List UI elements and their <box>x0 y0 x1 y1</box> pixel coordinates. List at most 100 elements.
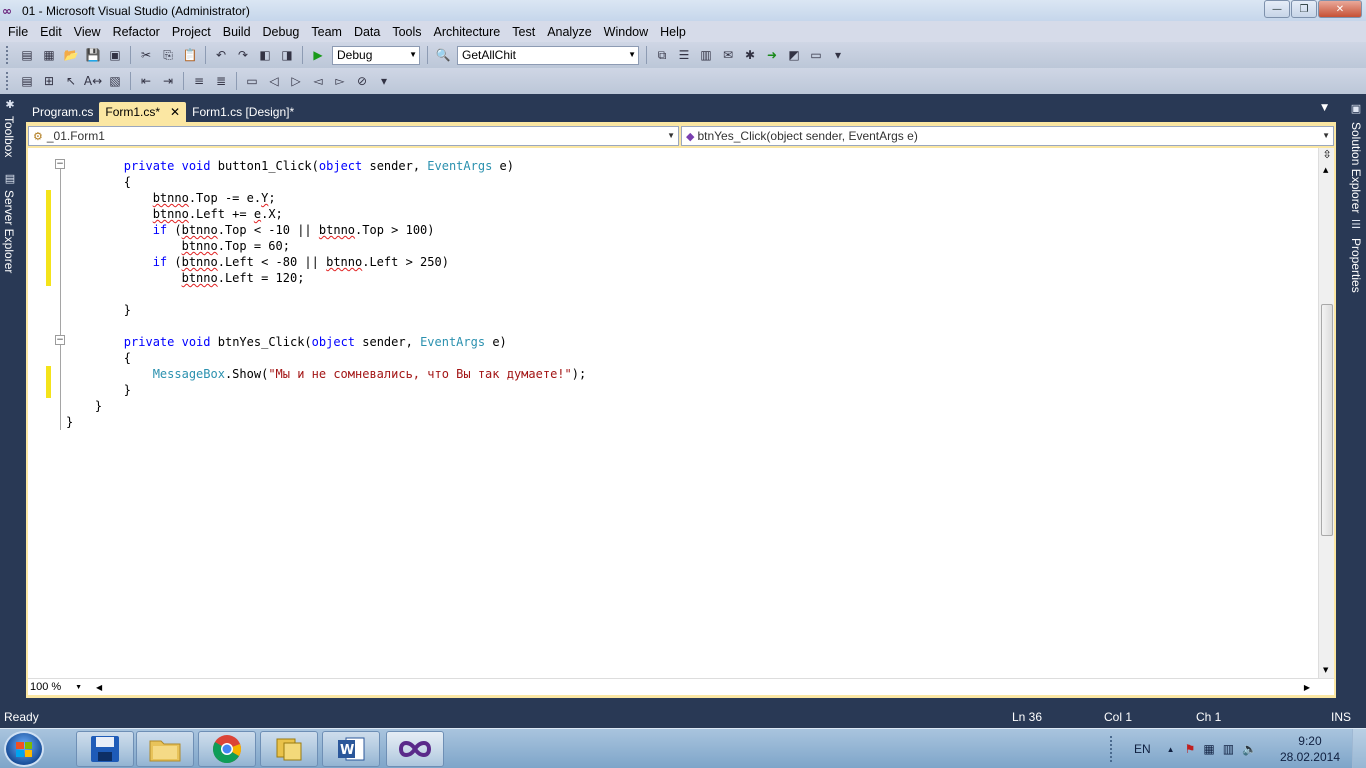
menu-test[interactable]: Test <box>507 25 540 39</box>
toggle-bookmark-icon[interactable]: ▭ <box>243 72 261 90</box>
uncomment-lines-icon[interactable]: ≣ <box>212 72 230 90</box>
splitter-icon[interactable]: ⇳ <box>1320 148 1334 162</box>
code-text[interactable]: private void button1_Click(object sender… <box>66 158 586 430</box>
increase-indent-icon[interactable]: ⇥ <box>159 72 177 90</box>
comment-icon[interactable]: ▧ <box>106 72 124 90</box>
menu-tools[interactable]: Tools <box>387 25 426 39</box>
scroll-left-icon[interactable]: ◀ <box>96 683 102 692</box>
toolbar-grip[interactable] <box>6 72 10 90</box>
start-debugging-icon[interactable]: ▶ <box>309 46 327 64</box>
solution-explorer-tab[interactable]: Solution Explorer <box>1349 122 1363 213</box>
extension-manager-icon[interactable]: ✱ <box>741 46 759 64</box>
collapse-region-icon[interactable]: − <box>55 335 65 345</box>
clear-bookmarks-icon[interactable]: ⊘ <box>353 72 371 90</box>
previous-bookmark-in-folder-icon[interactable]: ◅ <box>309 72 327 90</box>
find-combo[interactable]: GetAllChit ▼ <box>457 45 639 65</box>
toolbox-icon[interactable]: ✉ <box>719 46 737 64</box>
next-bookmark-icon[interactable]: ▷ <box>287 72 305 90</box>
next-bookmark-in-folder-icon[interactable]: ▻ <box>331 72 349 90</box>
menu-data[interactable]: Data <box>349 25 385 39</box>
copy-icon[interactable]: ⎘ <box>159 46 177 64</box>
input-language[interactable]: EN <box>1134 742 1151 756</box>
cut-icon[interactable]: ✂ <box>137 46 155 64</box>
toolbox-tab[interactable]: Toolbox <box>2 116 16 157</box>
active-files-dropdown-icon[interactable]: ▼ <box>1321 103 1328 113</box>
scroll-down-icon[interactable]: ▼ <box>1323 666 1328 674</box>
menu-analyze[interactable]: Analyze <box>542 25 596 39</box>
display-word-completion-icon[interactable]: A↔ <box>84 72 102 90</box>
save-all-icon[interactable]: ▣ <box>106 46 124 64</box>
tab-form1-cs[interactable]: Form1.cs* ✕ <box>99 102 187 122</box>
menu-edit[interactable]: Edit <box>35 25 67 39</box>
class-combo[interactable]: ⚙ _01.Form1 ▼ <box>28 126 679 146</box>
taskbar-visual-studio[interactable] <box>386 731 444 767</box>
member-combo[interactable]: ◆ btnYes_Click(object sender, EventArgs … <box>681 126 1334 146</box>
scroll-right-icon[interactable]: ▶ <box>1304 683 1310 692</box>
start-button[interactable] <box>4 731 44 767</box>
display-object-member-list-icon[interactable]: ▤ <box>18 72 36 90</box>
usb-device-icon[interactable]: ▦ <box>1203 742 1214 756</box>
menu-help[interactable]: Help <box>655 25 691 39</box>
menu-view[interactable]: View <box>69 25 106 39</box>
open-file-icon[interactable]: 📂 <box>62 46 80 64</box>
system-clock[interactable]: 9:20 28.02.2014 <box>1280 733 1340 765</box>
decrease-indent-icon[interactable]: ⇤ <box>137 72 155 90</box>
menu-team[interactable]: Team <box>306 25 347 39</box>
show-desktop-button[interactable] <box>1352 729 1366 768</box>
save-icon[interactable]: 💾 <box>84 46 102 64</box>
redo-icon[interactable]: ↷ <box>234 46 252 64</box>
menu-debug[interactable]: Debug <box>258 25 305 39</box>
code-editor[interactable]: − − private void button1_Click(object se… <box>28 148 1334 678</box>
tab-program-cs[interactable]: Program.cs <box>26 102 99 122</box>
toolbar-grip[interactable] <box>6 46 10 64</box>
display-quick-info-icon[interactable]: ↖ <box>62 72 80 90</box>
menu-architecture[interactable]: Architecture <box>429 25 506 39</box>
scroll-up-icon[interactable]: ▲ <box>1323 166 1328 174</box>
class-view-icon[interactable]: ◩ <box>785 46 803 64</box>
start-page-icon[interactable]: ➜ <box>763 46 781 64</box>
tab-form1-design[interactable]: Form1.cs [Design]* <box>186 102 300 122</box>
menu-build[interactable]: Build <box>218 25 256 39</box>
zoom-combo[interactable]: 100 % ▼ <box>28 679 86 695</box>
vertical-scrollbar[interactable]: ⇳ ▲ ▼ <box>1318 148 1334 678</box>
undo-icon[interactable]: ↶ <box>212 46 230 64</box>
menu-file[interactable]: File <box>3 25 33 39</box>
volume-icon[interactable]: 🔈 <box>1242 742 1257 756</box>
solution-explorer-icon[interactable]: ⧉ <box>653 46 671 64</box>
taskbar-word[interactable]: W <box>322 731 380 767</box>
comment-out-lines-icon[interactable]: ≡ <box>190 72 208 90</box>
menu-window[interactable]: Window <box>599 25 653 39</box>
collapse-region-icon[interactable]: − <box>55 159 65 169</box>
navigate-backward-icon[interactable]: ◧ <box>256 46 274 64</box>
taskbar-file-explorer[interactable] <box>136 731 194 767</box>
command-window-icon[interactable]: ▭ <box>807 46 825 64</box>
new-project-icon[interactable]: ▤ <box>18 46 36 64</box>
display-parameter-info-icon[interactable]: ⊞ <box>40 72 58 90</box>
minimize-button[interactable]: — <box>1264 0 1290 18</box>
menu-project[interactable]: Project <box>167 25 216 39</box>
paste-icon[interactable]: 📋 <box>181 46 199 64</box>
object-browser-icon[interactable]: ▥ <box>697 46 715 64</box>
toolbar-options-icon[interactable]: ▾ <box>829 46 847 64</box>
navigate-forward-icon[interactable]: ◨ <box>278 46 296 64</box>
menu-refactor[interactable]: Refactor <box>108 25 165 39</box>
toolbar-options-icon[interactable]: ▾ <box>375 72 393 90</box>
find-in-files-icon[interactable]: 🔍 <box>434 46 452 64</box>
taskbar-chrome[interactable] <box>198 731 256 767</box>
maximize-button[interactable]: ❐ <box>1291 0 1317 18</box>
close-tab-icon[interactable]: ✕ <box>170 105 180 119</box>
network-icon[interactable]: ▥ <box>1223 742 1234 756</box>
indicator-margin[interactable] <box>28 148 44 678</box>
server-explorer-tab[interactable]: Server Explorer <box>2 190 16 273</box>
properties-window-icon[interactable]: ☰ <box>675 46 693 64</box>
previous-bookmark-icon[interactable]: ◁ <box>265 72 283 90</box>
add-item-icon[interactable]: ▦ <box>40 46 58 64</box>
properties-tab[interactable]: Properties <box>1349 238 1363 293</box>
action-center-icon[interactable]: ⚑ <box>1185 742 1196 756</box>
taskbar-save-app[interactable] <box>76 731 134 767</box>
scrollbar-thumb[interactable] <box>1321 304 1333 536</box>
solution-configuration-combo[interactable]: Debug ▼ <box>332 45 420 65</box>
show-hidden-icons-icon[interactable]: ▲ <box>1167 745 1175 754</box>
close-button[interactable]: ✕ <box>1318 0 1362 18</box>
taskbar-app-4[interactable] <box>260 731 318 767</box>
